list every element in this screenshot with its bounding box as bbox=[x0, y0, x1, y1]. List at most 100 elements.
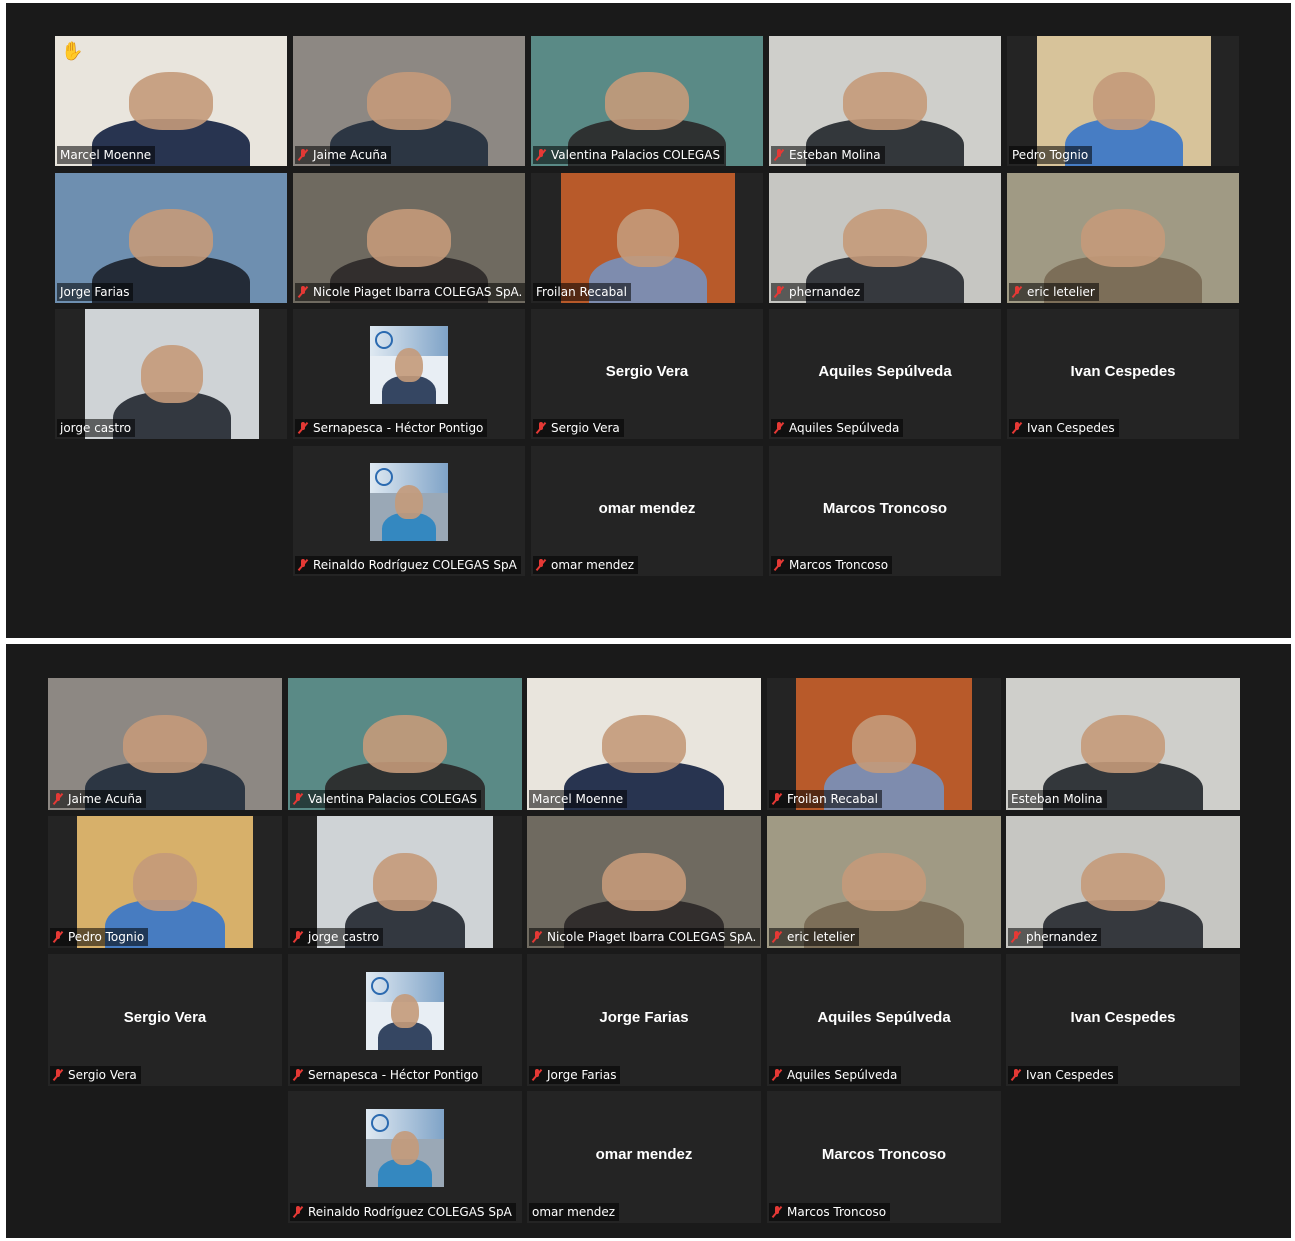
microphone-muted-icon bbox=[536, 422, 546, 434]
participant-tile-ivan-cespedes[interactable]: Ivan Cespedes Ivan Cespedes bbox=[1006, 954, 1240, 1086]
participant-tile-jaime-acuna[interactable]: Jaime Acuña bbox=[48, 678, 282, 810]
microphone-muted-icon bbox=[298, 149, 308, 161]
participant-name-label: Marcel Moenne bbox=[57, 146, 156, 164]
participant-name: omar mendez bbox=[532, 1205, 616, 1219]
participant-name: Pedro Tognio bbox=[68, 930, 145, 944]
participant-name-label: Aquiles Sepúlveda bbox=[769, 1066, 902, 1084]
participant-tile-jorge-farias[interactable]: Jorge Farias Jorge Farias bbox=[527, 954, 761, 1086]
participant-tile-aquiles-sepulveda[interactable]: Aquiles Sepúlveda Aquiles Sepúlveda bbox=[769, 309, 1001, 439]
participant-tile-reinaldo-rodriguez-colegas-spa[interactable]: Reinaldo Rodríguez COLEGAS SpA bbox=[293, 446, 525, 576]
participant-tile-jorge-castro[interactable]: jorge castro bbox=[55, 309, 287, 439]
participant-tile-omar-mendez[interactable]: omar mendez omar mendez bbox=[527, 1091, 761, 1223]
participant-display-name: Jorge Farias bbox=[599, 1009, 689, 1026]
participant-name: phernandez bbox=[1026, 930, 1098, 944]
participant-tile-nicole-piaget-ibarra-colegas-spa[interactable]: Nicole Piaget Ibarra COLEGAS SpA. bbox=[293, 173, 525, 303]
participant-tile-nicole-piaget-ibarra-colegas-spa[interactable]: Nicole Piaget Ibarra COLEGAS SpA. bbox=[527, 816, 761, 948]
participant-name-label: Jaime Acuña bbox=[50, 790, 147, 808]
participant-tile-omar-mendez[interactable]: omar mendez omar mendez bbox=[531, 446, 763, 576]
participant-tile-aquiles-sepulveda[interactable]: Aquiles Sepúlveda Aquiles Sepúlveda bbox=[767, 954, 1001, 1086]
participant-tile-pedro-tognio[interactable]: Pedro Tognio bbox=[48, 816, 282, 948]
participant-name-label: eric letelier bbox=[769, 928, 859, 946]
logo-icon bbox=[375, 331, 393, 349]
participant-display-name: omar mendez bbox=[595, 1146, 693, 1163]
microphone-muted-icon bbox=[298, 286, 308, 298]
participant-name: Ivan Cespedes bbox=[1027, 421, 1115, 435]
microphone-muted-icon bbox=[772, 1069, 782, 1081]
profile-picture bbox=[366, 1109, 444, 1187]
participant-name: Marcel Moenne bbox=[60, 148, 152, 162]
participant-name-label: jorge castro bbox=[290, 928, 384, 946]
participant-name-label: Pedro Tognio bbox=[50, 928, 149, 946]
microphone-muted-icon bbox=[53, 931, 63, 943]
participant-name: Marcel Moenne bbox=[532, 792, 624, 806]
participant-name: Aquiles Sepúlveda bbox=[789, 421, 900, 435]
participant-tile-marcos-troncoso[interactable]: Marcos Troncoso Marcos Troncoso bbox=[767, 1091, 1001, 1223]
participant-tile-eric-letelier[interactable]: eric letelier bbox=[767, 816, 1001, 948]
participant-name-label: Sernapesca - Héctor Pontigo bbox=[295, 419, 488, 437]
participant-tile-marcel-moenne[interactable]: Marcel Moenne bbox=[527, 678, 761, 810]
participant-name-label: Aquiles Sepúlveda bbox=[771, 419, 904, 437]
microphone-muted-icon bbox=[774, 149, 784, 161]
participant-tile-esteban-molina[interactable]: Esteban Molina bbox=[1006, 678, 1240, 810]
participant-name: Sergio Vera bbox=[68, 1068, 137, 1082]
participant-tile-eric-letelier[interactable]: eric letelier bbox=[1007, 173, 1239, 303]
participant-name-label: Sergio Vera bbox=[50, 1066, 141, 1084]
participant-display-name: Sergio Vera bbox=[605, 363, 689, 380]
participant-tile-sergio-vera[interactable]: Sergio Vera Sergio Vera bbox=[48, 954, 282, 1086]
participant-tile-phernandez[interactable]: phernandez bbox=[769, 173, 1001, 303]
participant-name: Sernapesca - Héctor Pontigo bbox=[308, 1068, 479, 1082]
participant-name: Marcos Troncoso bbox=[787, 1205, 887, 1219]
participant-name: jorge castro bbox=[308, 930, 380, 944]
participant-tile-phernandez[interactable]: phernandez bbox=[1006, 816, 1240, 948]
participant-name: Jaime Acuña bbox=[68, 792, 143, 806]
gallery-view-top: ✋ Marcel Moenne Jaime Acuña Valentina Palac… bbox=[6, 3, 1291, 638]
participant-display-name: Marcos Troncoso bbox=[822, 500, 948, 517]
microphone-muted-icon bbox=[53, 1069, 63, 1081]
participant-name-label: Nicole Piaget Ibarra COLEGAS SpA. bbox=[529, 928, 761, 946]
participant-tile-sergio-vera[interactable]: Sergio Vera Sergio Vera bbox=[531, 309, 763, 439]
participant-name: Jorge Farias bbox=[547, 1068, 617, 1082]
participant-name: Sergio Vera bbox=[551, 421, 620, 435]
participant-name: Froilan Recabal bbox=[787, 792, 878, 806]
microphone-muted-icon bbox=[772, 931, 782, 943]
microphone-muted-icon bbox=[774, 422, 784, 434]
microphone-muted-icon bbox=[772, 1206, 782, 1218]
microphone-muted-icon bbox=[298, 422, 308, 434]
participant-display-name: Ivan Cespedes bbox=[1070, 1009, 1176, 1026]
participant-name: Ivan Cespedes bbox=[1026, 1068, 1114, 1082]
participant-name-label: phernandez bbox=[1008, 928, 1102, 946]
participant-name: Reinaldo Rodríguez COLEGAS SpA bbox=[308, 1205, 512, 1219]
participant-tile-ivan-cespedes[interactable]: Ivan Cespedes Ivan Cespedes bbox=[1007, 309, 1239, 439]
participant-tile-froilan-recabal[interactable]: Froilan Recabal bbox=[767, 678, 1001, 810]
participant-name-label: eric letelier bbox=[1009, 283, 1099, 301]
participant-name-label: Nicole Piaget Ibarra COLEGAS SpA. bbox=[295, 283, 525, 301]
participant-name: Esteban Molina bbox=[1011, 792, 1103, 806]
participant-name: eric letelier bbox=[787, 930, 855, 944]
participant-name: Jaime Acuña bbox=[313, 148, 388, 162]
microphone-muted-icon bbox=[536, 559, 546, 571]
participant-name: Nicole Piaget Ibarra COLEGAS SpA. bbox=[547, 930, 757, 944]
participant-tile-valentina-palacios-colegas[interactable]: Valentina Palacios COLEGAS bbox=[531, 36, 763, 166]
participant-name-label: Sergio Vera bbox=[533, 419, 624, 437]
microphone-muted-icon bbox=[532, 1069, 542, 1081]
participant-tile-pedro-tognio[interactable]: Pedro Tognio bbox=[1007, 36, 1239, 166]
participant-tile-jorge-castro[interactable]: jorge castro bbox=[288, 816, 522, 948]
microphone-muted-icon bbox=[298, 559, 308, 571]
participant-tile-sernapesca-hector-pontigo[interactable]: Sernapesca - Héctor Pontigo bbox=[293, 309, 525, 439]
participant-name-label: phernandez bbox=[771, 283, 865, 301]
participant-tile-reinaldo-rodriguez-colegas-spa[interactable]: Reinaldo Rodríguez COLEGAS SpA bbox=[288, 1091, 522, 1223]
microphone-muted-icon bbox=[293, 931, 303, 943]
participant-tile-marcel-moenne[interactable]: ✋ Marcel Moenne bbox=[55, 36, 287, 166]
participant-tile-marcos-troncoso[interactable]: Marcos Troncoso Marcos Troncoso bbox=[769, 446, 1001, 576]
participant-tile-sernapesca-hector-pontigo[interactable]: Sernapesca - Héctor Pontigo bbox=[288, 954, 522, 1086]
participant-tile-jaime-acuna[interactable]: Jaime Acuña bbox=[293, 36, 525, 166]
gallery-view-bottom: Jaime Acuña Valentina Palacios COLEGAS Mar… bbox=[6, 644, 1291, 1238]
participant-tile-froilan-recabal[interactable]: Froilan Recabal bbox=[531, 173, 763, 303]
logo-icon bbox=[371, 977, 389, 995]
participant-name-label: Marcel Moenne bbox=[529, 790, 628, 808]
profile-picture bbox=[370, 326, 448, 404]
participant-tile-jorge-farias[interactable]: Jorge Farias bbox=[55, 173, 287, 303]
participant-name-label: Ivan Cespedes bbox=[1008, 1066, 1118, 1084]
participant-tile-valentina-palacios-colegas[interactable]: Valentina Palacios COLEGAS bbox=[288, 678, 522, 810]
participant-tile-esteban-molina[interactable]: Esteban Molina bbox=[769, 36, 1001, 166]
